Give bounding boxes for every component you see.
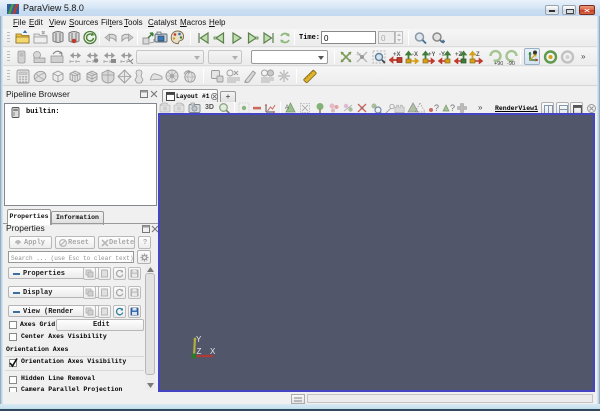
svg-text:Z: Z xyxy=(197,347,202,356)
svg-text:-90: -90 xyxy=(507,61,515,65)
svg-text:+X: +X xyxy=(356,52,361,57)
svg-text:-X: -X xyxy=(412,52,418,58)
svg-text:?: ? xyxy=(450,103,455,113)
svg-text:Y: Y xyxy=(196,335,202,344)
svg-text:+90: +90 xyxy=(494,61,503,65)
svg-text:+X: +X xyxy=(393,52,401,58)
svg-text:A: A xyxy=(285,105,289,111)
svg-text:?: ? xyxy=(434,103,439,113)
svg-text:X: X xyxy=(210,347,216,356)
